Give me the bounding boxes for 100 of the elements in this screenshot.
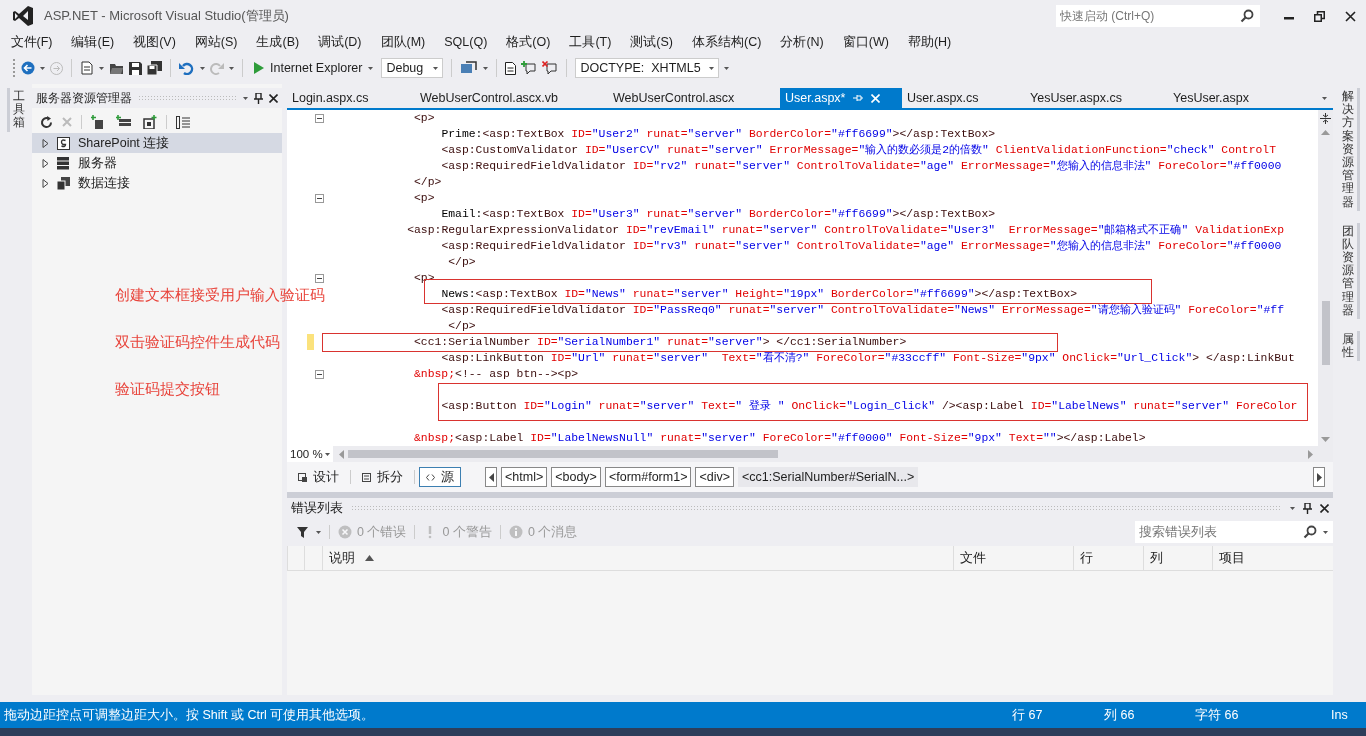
collapse-icon[interactable] — [315, 193, 324, 203]
properties-icon[interactable] — [176, 115, 190, 129]
menu-item[interactable]: 网站(S) — [185, 33, 247, 51]
tree-item[interactable]: 数据连接 — [32, 173, 282, 193]
search-icon[interactable] — [1303, 525, 1317, 539]
search-icon[interactable] — [1240, 9, 1254, 23]
caret-icon[interactable] — [708, 66, 714, 70]
caret-icon[interactable] — [200, 66, 205, 70]
browse-icon[interactable] — [460, 60, 479, 76]
caret-icon[interactable] — [483, 66, 489, 70]
tree-item[interactable]: SharePoint 连接 — [32, 133, 282, 153]
menu-item[interactable]: 帮助(H) — [898, 33, 961, 51]
menu-item[interactable]: 工具(T) — [559, 33, 621, 51]
menu-item[interactable]: 团队(M) — [371, 33, 435, 51]
close-icon[interactable] — [269, 93, 278, 103]
view-tab[interactable]: 源 — [419, 467, 461, 487]
close-icon[interactable] — [1320, 503, 1329, 513]
split-icon — [362, 472, 371, 482]
breadcrumb-item[interactable]: <html> — [501, 467, 548, 487]
caret-icon[interactable] — [99, 66, 104, 70]
menu-item[interactable]: 格式(O) — [496, 33, 560, 51]
side-tab[interactable]: 属性 — [1338, 331, 1360, 362]
tree-item[interactable]: 服务器 — [32, 153, 282, 173]
code-line: <asp:CustomValidator ID="UserCV" runat="server" ErrorMessage="输入的数必须是2的倍数" ClientValidationFunction="check" ControlT — [441, 143, 1276, 157]
sort-ascending-icon[interactable] — [365, 555, 374, 561]
column-header[interactable]: 项目 — [1212, 546, 1333, 570]
caret-icon[interactable] — [229, 66, 234, 70]
menu-item[interactable]: 生成(B) — [247, 33, 309, 51]
caret-icon[interactable] — [325, 452, 330, 456]
column-header[interactable]: 说明 — [322, 546, 953, 570]
close-icon[interactable] — [1345, 10, 1356, 22]
breadcrumb-item[interactable]: <body> — [551, 467, 601, 487]
caret-icon[interactable] — [1290, 506, 1295, 510]
caret-icon[interactable] — [243, 96, 248, 100]
comment-remove-icon[interactable] — [542, 61, 559, 75]
connect-database-icon[interactable] — [116, 115, 132, 129]
pin-icon[interactable] — [254, 92, 263, 104]
scrollbar-thumb[interactable] — [348, 450, 778, 458]
refresh-icon[interactable] — [40, 115, 53, 129]
split-handle-icon[interactable] — [1320, 113, 1331, 124]
menu-item[interactable]: 视图(V) — [123, 33, 186, 51]
undo-icon[interactable] — [179, 61, 195, 75]
document-icon[interactable] — [505, 61, 517, 75]
caret-icon[interactable] — [368, 66, 374, 70]
menu-item[interactable]: 编辑(E) — [61, 33, 124, 51]
pin-icon[interactable] — [1303, 502, 1312, 514]
view-tab[interactable]: 设计 — [291, 467, 346, 487]
caret-icon[interactable] — [1322, 97, 1327, 100]
menu-item[interactable]: 体系结构(C) — [682, 33, 771, 51]
file-tab[interactable]: WebUserControl.ascx.vb — [415, 88, 608, 108]
side-tab[interactable]: 团队资源管理器 — [1338, 222, 1360, 319]
caret-icon[interactable] — [433, 66, 439, 70]
filter-icon[interactable] — [297, 526, 308, 538]
caret-icon[interactable] — [316, 530, 321, 534]
breadcrumb-item[interactable]: <cc1:SerialNumber#SerialN...> — [738, 467, 919, 487]
file-tab[interactable]: WebUserControl.ascx — [608, 88, 780, 108]
save-icon[interactable] — [129, 61, 142, 75]
quick-launch-field[interactable]: 快速启动 (Ctrl+Q) — [1056, 5, 1260, 27]
next-button[interactable] — [1313, 467, 1325, 487]
breadcrumb-item[interactable]: <div> — [695, 467, 735, 487]
restore-icon[interactable] — [1314, 10, 1325, 22]
save-all-icon[interactable] — [147, 61, 162, 75]
side-tab[interactable]: 工具箱 — [7, 88, 25, 132]
menu-item[interactable]: 窗口(W) — [833, 33, 899, 51]
menu-item[interactable]: 测试(S) — [620, 33, 683, 51]
collapse-icon[interactable] — [315, 113, 324, 123]
annotation-note: 验证码提交按钮 — [115, 380, 220, 399]
configuration-dropdown[interactable]: Debug — [381, 58, 444, 78]
run-button[interactable]: Internet Explorer — [251, 59, 377, 77]
search-field[interactable]: 搜索错误列表 — [1135, 521, 1333, 543]
new-item-icon[interactable] — [80, 61, 94, 75]
side-tab[interactable]: 解决方案资源管理器 — [1338, 88, 1360, 211]
collapse-icon[interactable] — [315, 273, 324, 283]
menu-item[interactable]: SQL(Q) — [434, 35, 497, 49]
previous-button[interactable] — [485, 467, 497, 487]
file-tab[interactable]: Login.aspx.cs — [287, 88, 415, 108]
column-header[interactable]: 行 — [1073, 546, 1143, 570]
caret-icon[interactable] — [723, 66, 729, 70]
scrollbar-thumb[interactable] — [1321, 301, 1330, 365]
caret-icon[interactable] — [40, 66, 45, 70]
back-icon[interactable] — [21, 61, 35, 75]
column-header[interactable]: 列 — [1143, 546, 1212, 570]
breadcrumb-item[interactable]: <form#form1> — [604, 467, 692, 487]
column-header[interactable]: 文件 — [953, 546, 1073, 570]
collapse-icon[interactable] — [315, 369, 324, 379]
file-tab[interactable]: User.aspx.cs — [902, 88, 1025, 108]
caret-icon[interactable] — [1323, 531, 1328, 534]
collapsed-arrow-icon[interactable] — [42, 138, 49, 148]
comment-add-icon[interactable] — [521, 61, 538, 75]
open-folder-icon[interactable] — [109, 61, 124, 75]
doctype-dropdown[interactable]: DOCTYPE: XHTML5 — [575, 58, 719, 78]
collapsed-arrow-icon[interactable] — [42, 158, 49, 168]
collapsed-arrow-icon[interactable] — [42, 178, 49, 188]
menu-item[interactable]: 文件(F) — [1, 33, 62, 51]
file-tab[interactable]: YesUser.aspx.cs — [1025, 88, 1168, 108]
menu-item[interactable]: 调试(D) — [308, 33, 371, 51]
menu-item[interactable]: 分析(N) — [770, 33, 834, 51]
file-tab[interactable]: YesUser.aspx — [1168, 88, 1318, 108]
view-tab[interactable]: 拆分 — [355, 467, 410, 487]
zoom-dropdown[interactable]: 100 % — [287, 446, 333, 462]
